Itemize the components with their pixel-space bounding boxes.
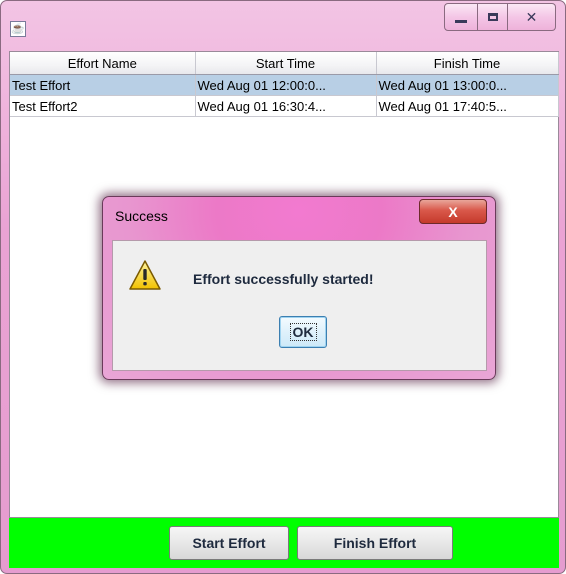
close-icon: X	[448, 203, 458, 220]
dialog-close-button[interactable]: X	[419, 199, 487, 224]
effort-table[interactable]: Effort Name Start Time Finish Time Test …	[10, 52, 559, 117]
cell-effort-name[interactable]: Test Effort2	[10, 95, 196, 117]
table-header: Effort Name Start Time Finish Time	[10, 52, 559, 75]
maximize-icon	[487, 13, 498, 21]
success-dialog: Success X Effort successfully started! O…	[102, 196, 496, 380]
close-icon: ✕	[525, 8, 538, 25]
window-controls: ✕	[444, 3, 556, 33]
dialog-body: Effort successfully started! OK	[112, 240, 487, 371]
table-row[interactable]: Test Effort Wed Aug 01 12:00:0... Wed Au…	[10, 74, 559, 96]
close-button[interactable]: ✕	[508, 3, 556, 31]
cell-effort-name[interactable]: Test Effort	[10, 74, 196, 96]
minimize-icon	[455, 19, 467, 23]
finish-effort-button[interactable]: Finish Effort	[297, 526, 453, 560]
table-row[interactable]: Test Effort2 Wed Aug 01 16:30:4... Wed A…	[10, 95, 559, 117]
warning-icon	[129, 260, 161, 290]
dialog-message: Effort successfully started!	[193, 271, 374, 287]
start-effort-button[interactable]: Start Effort	[169, 526, 289, 560]
cell-finish-time[interactable]: Wed Aug 01 17:40:5...	[376, 95, 559, 117]
title-bar[interactable]: ☕ ✕	[1, 1, 565, 45]
ok-button-label: OK	[289, 323, 317, 341]
column-header-finish-time[interactable]: Finish Time	[376, 52, 559, 75]
cell-finish-time[interactable]: Wed Aug 01 13:00:0...	[376, 74, 559, 96]
cell-start-time[interactable]: Wed Aug 01 12:00:0...	[195, 74, 377, 96]
cell-start-time[interactable]: Wed Aug 01 16:30:4...	[195, 95, 377, 117]
button-panel: Start Effort Finish Effort	[9, 518, 559, 568]
column-header-effort-name[interactable]: Effort Name	[10, 52, 196, 75]
ok-button[interactable]: OK	[279, 316, 327, 348]
java-icon[interactable]: ☕	[10, 21, 26, 37]
column-header-start-time[interactable]: Start Time	[195, 52, 377, 75]
minimize-button[interactable]	[444, 3, 478, 31]
maximize-button[interactable]	[478, 3, 508, 31]
dialog-title: Success	[115, 208, 168, 224]
